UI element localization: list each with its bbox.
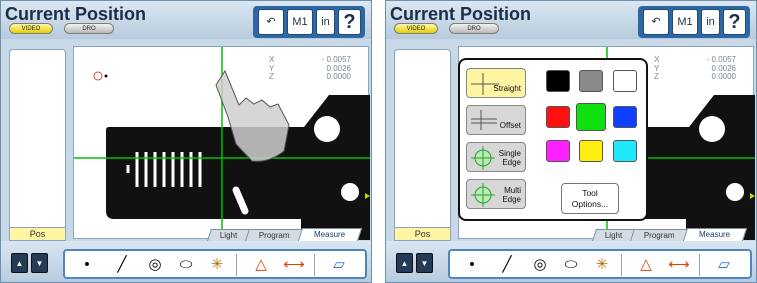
angle-tool-icon[interactable]: △ — [634, 254, 658, 276]
tab-label: Light — [605, 231, 623, 240]
straight-line-button[interactable]: Straight — [466, 68, 526, 98]
help-button[interactable]: ? — [338, 9, 361, 35]
slot-tool-icon[interactable]: ⬭ — [174, 254, 198, 276]
left-panel — [394, 49, 451, 239]
dro-mode-button[interactable]: DRO — [449, 23, 499, 34]
color-swatch-green[interactable] — [576, 103, 606, 131]
video-mode-button[interactable]: VIDEO — [394, 23, 438, 34]
dro-axis: Z — [654, 72, 659, 81]
color-swatch-blue[interactable] — [613, 106, 637, 128]
header-tools: ↶ M1 in ? — [638, 6, 750, 38]
dro-readout: X- 0.0057 Y 0.0026 Z 0.0000 — [654, 55, 736, 82]
video-view[interactable]: X- 0.0057 Y 0.0026 Z 0.0000 — [73, 46, 370, 240]
skew-tool-icon[interactable]: ▱ — [327, 254, 351, 276]
undo-button[interactable]: ↶ — [258, 9, 284, 35]
color-swatch-red[interactable] — [546, 106, 570, 128]
screen-right: Current Position VIDEO DRO ↶ M1 in ? Pos… — [385, 0, 757, 283]
tab-program[interactable]: Program — [245, 229, 303, 241]
button-label: Multi Edge — [502, 186, 521, 204]
page-title: Current Position — [390, 4, 532, 24]
footer: ▲ ▼ • ╱ ◎ ⬭ ✳ △ ⟷ ▱ — [386, 241, 756, 282]
tab-label: Program — [643, 231, 675, 240]
offset-line-button[interactable]: Offset — [466, 105, 526, 135]
header: Current Position VIDEO DRO ↶ M1 in ? — [386, 1, 756, 39]
dro-mode-button[interactable]: DRO — [64, 23, 114, 34]
skew-tool-icon[interactable]: ▱ — [712, 254, 736, 276]
color-swatch-black[interactable] — [546, 70, 570, 92]
line-tool-icon[interactable]: ╱ — [110, 254, 134, 276]
help-button[interactable]: ? — [723, 9, 746, 35]
tab-program[interactable]: Program — [630, 229, 688, 241]
m1-button[interactable]: M1 — [672, 9, 698, 35]
down-arrow-icon: ▼ — [35, 259, 44, 268]
screen-left: Current Position VIDEO DRO ↶ M1 in ? Pos — [0, 0, 372, 283]
tab-bar: Light Program Measure — [161, 227, 371, 241]
dro-axis: Z — [269, 72, 274, 81]
header-tools: ↶ M1 in ? — [253, 6, 365, 38]
measure-toolbar: • ╱ ◎ ⬭ ✳ △ ⟷ ▱ — [448, 249, 752, 279]
point-tool-icon[interactable]: • — [75, 254, 99, 276]
color-swatch-yellow[interactable] — [579, 140, 603, 162]
color-swatch-gray[interactable] — [579, 70, 603, 92]
tool-options-button[interactable]: Tool Options... — [561, 183, 619, 214]
undo-icon: ↶ — [266, 16, 276, 28]
measure-toolbar: • ╱ ◎ ⬭ ✳ △ ⟷ ▱ — [63, 249, 367, 279]
angle-tool-icon[interactable]: △ — [249, 254, 273, 276]
circle-tool-icon[interactable]: ◎ — [528, 254, 552, 276]
color-swatch-cyan[interactable] — [613, 140, 637, 162]
scroll-down-button[interactable]: ▼ — [416, 253, 433, 273]
footer: ▲ ▼ • ╱ ◎ ⬭ ✳ △ ⟷ ▱ — [1, 241, 371, 282]
circle-tool-icon[interactable]: ◎ — [143, 254, 167, 276]
video-mode-button[interactable]: VIDEO — [9, 23, 53, 34]
units-button[interactable]: in — [701, 9, 720, 35]
wand-tool-icon[interactable]: ✳ — [590, 254, 614, 276]
color-swatch-magenta[interactable] — [546, 140, 570, 162]
color-swatch-white[interactable] — [613, 70, 637, 92]
wand-tool-icon[interactable]: ✳ — [205, 254, 229, 276]
tab-label: Program — [258, 231, 290, 240]
page-title: Current Position — [5, 4, 147, 24]
tab-label: Measure — [699, 230, 731, 239]
tab-measure[interactable]: Measure — [297, 228, 363, 241]
pos-button[interactable]: Pos — [394, 227, 451, 241]
slot-tool-icon[interactable]: ⬭ — [559, 254, 583, 276]
multi-edge-button[interactable]: Multi Edge — [466, 179, 526, 209]
single-edge-button[interactable]: Single Edge — [466, 142, 526, 172]
dro-value: 0.0000 — [711, 72, 736, 81]
tab-label: Light — [220, 231, 238, 240]
point-tool-icon[interactable]: • — [460, 254, 484, 276]
toolbar-divider — [236, 254, 237, 276]
up-arrow-icon: ▲ — [15, 259, 24, 268]
undo-icon: ↶ — [651, 16, 661, 28]
button-label: Straight — [493, 84, 521, 93]
undo-button[interactable]: ↶ — [643, 9, 669, 35]
toolbar-divider — [314, 254, 315, 276]
scroll-down-button[interactable]: ▼ — [31, 253, 48, 273]
tab-bar: Light Program Measure — [546, 227, 756, 241]
button-label: Single Edge — [498, 149, 521, 167]
distance-tool-icon[interactable]: ⟷ — [282, 254, 306, 276]
dro-readout: X- 0.0057 Y 0.0026 Z 0.0000 — [269, 55, 351, 82]
toolbar-divider — [621, 254, 622, 276]
line-tool-icon[interactable]: ╱ — [495, 254, 519, 276]
header: Current Position VIDEO DRO ↶ M1 in ? — [1, 1, 371, 39]
scroll-up-button[interactable]: ▲ — [11, 253, 28, 273]
distance-tool-icon[interactable]: ⟷ — [667, 254, 691, 276]
up-arrow-icon: ▲ — [400, 259, 409, 268]
tab-label: Measure — [314, 230, 346, 239]
button-label: Offset — [499, 121, 521, 130]
m1-button[interactable]: M1 — [287, 9, 313, 35]
units-button[interactable]: in — [316, 9, 335, 35]
line-options-popup: Straight Offset Single Edge Multi Edge T… — [458, 58, 648, 221]
toolbar-divider — [699, 254, 700, 276]
tab-measure[interactable]: Measure — [682, 228, 748, 241]
down-arrow-icon: ▼ — [420, 259, 429, 268]
left-panel — [9, 49, 66, 239]
dro-value: 0.0000 — [326, 72, 351, 81]
pos-button[interactable]: Pos — [9, 227, 66, 241]
scroll-up-button[interactable]: ▲ — [396, 253, 413, 273]
